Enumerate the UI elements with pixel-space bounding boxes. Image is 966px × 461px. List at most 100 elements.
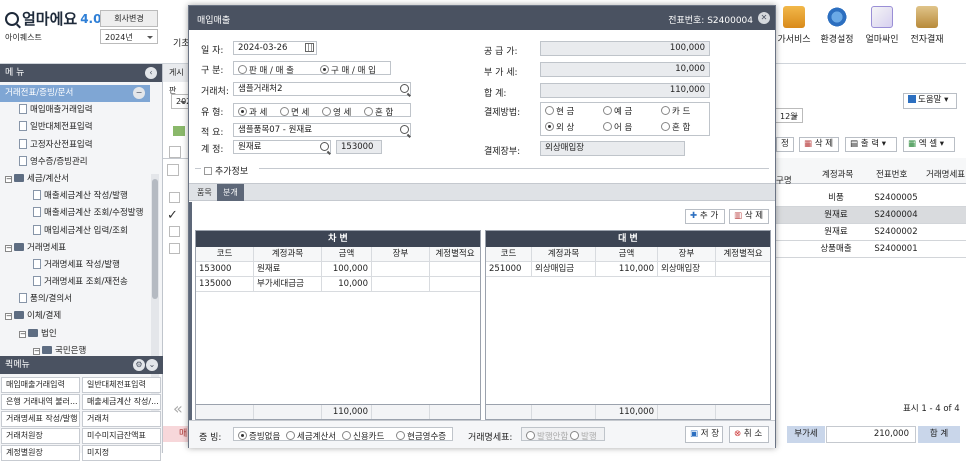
bg-row-checkbox[interactable]	[169, 209, 180, 220]
collapse-icon[interactable]: −	[19, 330, 26, 338]
radio-option[interactable]: 증빙없음	[238, 430, 280, 442]
calendar-icon[interactable]	[305, 43, 314, 52]
radio-circle-icon[interactable]	[238, 107, 247, 116]
menu-item[interactable]: 거래명세표 작성/발행	[0, 257, 150, 274]
extra-info-toggle[interactable]: 추가정보	[204, 164, 248, 177]
collapse-icon[interactable]: −	[133, 87, 145, 99]
menu-item[interactable]: − 이체/결제	[0, 308, 150, 325]
radio-option[interactable]: 신용카드	[342, 430, 384, 442]
menu-item[interactable]: 매입세금계산 입력/조회	[0, 223, 150, 240]
menu-item[interactable]: 매출세금계산 조회/수정발행	[0, 205, 150, 222]
collapse-icon[interactable]: −	[5, 244, 12, 252]
radio-option[interactable]: 구 매 / 매 입	[320, 64, 376, 76]
bg-table-row[interactable]: 원재료 S2400002	[776, 224, 966, 241]
radio-option[interactable]: 혼 합	[661, 121, 690, 133]
delete-row-button[interactable]: ▥ 삭 제	[729, 209, 769, 224]
menu-item[interactable]: 일반대체전표입력	[0, 119, 150, 136]
radio-option[interactable]: 외 상	[545, 121, 574, 133]
quick-menu-item[interactable]: 일반대체전표입력	[82, 377, 161, 393]
radio-option[interactable]: 과 세	[238, 106, 267, 118]
table-cell[interactable]	[430, 277, 480, 291]
menu-item[interactable]: − 법인	[0, 326, 150, 343]
table-cell[interactable]	[372, 262, 430, 276]
add-row-button[interactable]: ✚ 추 가	[685, 209, 725, 224]
table-cell[interactable]: 외상매입장	[658, 262, 716, 276]
menu-item[interactable]: − 세금/계산서	[0, 171, 150, 188]
radio-option[interactable]: 세금계산서	[286, 430, 336, 442]
print-button[interactable]: ▤ 출 력 ▾	[845, 137, 897, 152]
quick-menu-item[interactable]: 미수미지급잔액표	[82, 428, 161, 444]
memo-input[interactable]: 샘플품목07 - 원재료	[233, 123, 411, 137]
help-button[interactable]: 도움말 ▾	[903, 93, 957, 109]
excel-button[interactable]: ▦ 엑 셀 ▾	[903, 137, 955, 152]
radio-circle-icon[interactable]	[396, 431, 405, 440]
radio-option[interactable]: 혼 합	[364, 106, 393, 118]
bg-table-row[interactable]: 비품 S2400005	[776, 190, 966, 207]
menu-item[interactable]: 매출세금계산 작성/발행	[0, 188, 150, 205]
table-cell[interactable]: 100,000	[322, 262, 372, 276]
table-cell[interactable]: 외상매입금	[532, 262, 596, 276]
radio-option[interactable]: 어 음	[603, 121, 632, 133]
radio-circle-icon[interactable]	[661, 122, 670, 131]
gear-icon[interactable]: ⚙	[133, 359, 145, 371]
close-icon[interactable]: ✕	[758, 12, 770, 24]
tool-sign[interactable]: 얼마싸인	[860, 6, 904, 45]
radio-circle-icon[interactable]	[526, 431, 535, 440]
company-change-button[interactable]: 회사변경	[100, 10, 158, 27]
quick-menu-item[interactable]: 거래처원장	[1, 428, 80, 444]
bg-row-checkbox[interactable]	[169, 243, 180, 254]
page-prev-icon[interactable]: «	[173, 399, 183, 418]
year-select[interactable]: 2024년	[100, 29, 158, 44]
collapse-icon[interactable]: −	[33, 347, 40, 355]
collapse-icon[interactable]: −	[5, 175, 12, 183]
tool-service[interactable]: 가서비스	[772, 6, 816, 45]
edit-button-cut[interactable]: 정	[776, 137, 794, 152]
quick-menu-item[interactable]: 은행 거래내역 불러...	[1, 394, 80, 410]
bg-month-select[interactable]: 12월	[775, 108, 803, 123]
radio-option[interactable]: 예 금	[603, 105, 632, 117]
table-cell[interactable]: 153000	[196, 262, 254, 276]
bg-header-checkbox[interactable]	[167, 164, 179, 176]
radio-circle-icon[interactable]	[545, 106, 554, 115]
chevron-down-icon[interactable]: ⌄	[146, 359, 158, 371]
tool-settings[interactable]: 환경설정	[815, 6, 859, 45]
table-cell[interactable]: 110,000	[596, 262, 658, 276]
bg-row-checkbox[interactable]	[169, 226, 180, 237]
quick-menu-item[interactable]: 매출세금계산 작성/...	[82, 394, 161, 410]
quick-menu-item[interactable]: 계정별원장	[1, 445, 80, 461]
table-cell[interactable]	[372, 277, 430, 291]
table-cell[interactable]	[430, 262, 480, 276]
radio-circle-icon[interactable]	[603, 106, 612, 115]
board-tab[interactable]: 게시판	[163, 64, 191, 95]
bg-table-row[interactable]: 상품매출 S2400001	[776, 241, 966, 258]
account-input[interactable]: 원재료	[233, 140, 331, 154]
table-row[interactable]: 135000 부가세대급금 10,000	[196, 277, 480, 292]
radio-circle-icon[interactable]	[661, 106, 670, 115]
radio-circle-icon[interactable]	[545, 122, 554, 131]
account-search-icon[interactable]	[320, 142, 329, 151]
menu-item[interactable]: 매입매출거래입력	[0, 102, 150, 119]
radio-option[interactable]: 카 드	[661, 105, 690, 117]
table-cell[interactable]: 135000	[196, 277, 254, 291]
radio-option[interactable]: 면 세	[280, 106, 309, 118]
table-cell[interactable]	[716, 262, 770, 276]
quick-menu-item[interactable]: 거래명세표 작성/발행	[1, 411, 80, 427]
table-row[interactable]: 153000 원재료 100,000	[196, 262, 480, 277]
partner-input[interactable]: 샘플거래처2	[233, 82, 411, 96]
radio-circle-icon[interactable]	[570, 431, 579, 440]
quick-menu-item[interactable]: 매입매출거래입력	[1, 377, 80, 393]
bg-row-checkbox[interactable]	[169, 192, 180, 203]
table-row[interactable]: 251000 외상매입금 110,000 외상매입장	[486, 262, 770, 277]
radio-option[interactable]: 판 매 / 매 출	[238, 64, 294, 76]
menu-item[interactable]: 영수증/증빙관리	[0, 154, 150, 171]
partner-search-icon[interactable]	[400, 84, 409, 93]
collapse-left-icon[interactable]: ‹	[145, 67, 157, 79]
radio-circle-icon[interactable]	[286, 431, 295, 440]
bg-filter-checkbox[interactable]	[169, 146, 181, 158]
radio-circle-icon[interactable]	[280, 107, 289, 116]
table-cell[interactable]: 251000	[486, 262, 532, 276]
menu-item[interactable]: − 거래명세표	[0, 240, 150, 257]
menu-item[interactable]: 거래전표/증빙/문서 −	[0, 85, 150, 103]
bg-table-row[interactable]: 원재료 S2400004	[776, 207, 966, 224]
table-cell[interactable]: 10,000	[322, 277, 372, 291]
